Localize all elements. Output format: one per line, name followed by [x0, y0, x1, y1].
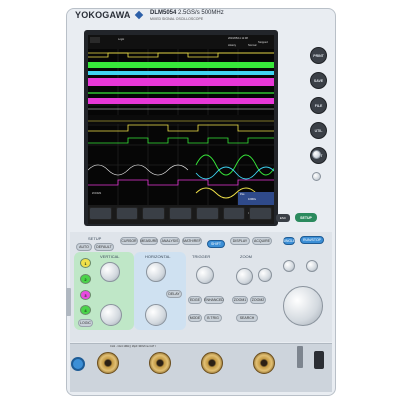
trigger-label: TRIGGER — [192, 254, 211, 259]
auto-setup-button[interactable]: AUTO — [76, 243, 92, 251]
pos-label: Pos — [240, 193, 245, 196]
jog-knob-2[interactable] — [312, 172, 321, 181]
math-ref-button[interactable]: MATH/REF — [182, 237, 202, 245]
default-button[interactable]: DEFAULT — [94, 243, 114, 251]
save-button[interactable]: SAVE — [310, 72, 327, 89]
logic-button[interactable]: LOGIC — [78, 319, 93, 327]
display-button[interactable]: DISPLAY — [230, 237, 250, 245]
search-button[interactable]: SEARCH — [236, 314, 258, 322]
ch1-button[interactable]: 1 — [80, 258, 91, 268]
shift-button[interactable]: SHIFT — [207, 240, 225, 248]
acq-status: Stopped — [258, 41, 268, 44]
mode-button[interactable]: MODE — [188, 314, 202, 322]
datetime-readout: 2016/05/11 11:08 — [228, 37, 248, 40]
main-jog-dial[interactable] — [283, 286, 323, 326]
delay-button[interactable]: DELAY — [166, 290, 182, 298]
setup-label: SETUP — [88, 236, 102, 241]
single-button[interactable]: SINGLE — [283, 237, 295, 245]
ch4-button[interactable]: 4 — [80, 305, 91, 315]
display-screen: 2016/05/11 11:08 Stopped History Normal … — [88, 35, 274, 224]
print-button[interactable]: PRINT — [310, 47, 327, 64]
util-button[interactable]: UTIL — [310, 122, 327, 139]
edge-button[interactable]: EDGE — [188, 296, 202, 304]
ch1-bnc-connector[interactable] — [97, 352, 119, 374]
history-label: History — [228, 44, 237, 47]
ch2-button[interactable]: 2 — [80, 274, 91, 284]
ch2-bnc-connector[interactable] — [149, 352, 171, 374]
softkey-1[interactable] — [89, 207, 112, 220]
file-button[interactable]: FILE — [310, 97, 327, 114]
setup-button[interactable]: SETUP — [295, 213, 317, 222]
analysis-button[interactable]: ANALYSIS — [160, 237, 180, 245]
btrig-button[interactable]: B TRIG — [204, 314, 222, 322]
esc-button[interactable]: ESC — [276, 214, 290, 222]
ch3-bnc-connector[interactable] — [201, 352, 223, 374]
vertical-position-knob[interactable] — [100, 304, 122, 326]
side-handle — [66, 288, 71, 316]
softkey-3[interactable] — [142, 207, 166, 220]
acquire-button[interactable]: ACQUIRE — [252, 237, 272, 245]
pos-value: 100Div — [248, 198, 257, 201]
jog-knob[interactable] — [312, 150, 321, 159]
select-knob[interactable] — [283, 260, 295, 272]
zoom-section-label: ZOOM — [240, 254, 252, 259]
trigger-level-knob[interactable] — [196, 266, 214, 284]
time-div-knob[interactable] — [146, 262, 166, 282]
softkey-6[interactable] — [222, 207, 246, 220]
run-stop-button[interactable]: RUN/STOP — [300, 236, 324, 244]
usb-port[interactable] — [314, 351, 324, 369]
zoom2-button[interactable]: ZOOM2 — [250, 296, 266, 304]
softkey-4[interactable] — [169, 207, 192, 220]
horizontal-position-knob[interactable] — [145, 304, 167, 326]
softkey-2[interactable] — [115, 207, 139, 220]
probe-comp-terminal — [297, 346, 303, 368]
softkey-7[interactable] — [249, 207, 273, 220]
rotary-knob[interactable] — [306, 260, 318, 272]
brand-logo: YOKOGAWA — [75, 10, 131, 20]
enhanced-button[interactable]: ENHANCED — [204, 296, 224, 304]
zoom-magnification-knob[interactable] — [236, 268, 253, 285]
softkey-row — [89, 207, 273, 221]
measure-button[interactable]: MEASURE — [140, 237, 158, 245]
vertical-label: VERTICAL — [100, 254, 120, 259]
power-button[interactable] — [71, 357, 85, 371]
ch3-button[interactable]: 3 — [80, 290, 91, 300]
waveform-display — [88, 35, 274, 224]
horizontal-label: HORIZONTAL — [145, 254, 171, 259]
softkey-5[interactable] — [195, 207, 219, 220]
input-rating-label: CH1 - CH4 1MΩ || 16pF 300Vrms CAT I — [110, 345, 156, 348]
model-name: DLM5054 2.5GS/s 500MHz — [150, 10, 224, 16]
zoom-label: ZOOM1 — [92, 192, 102, 195]
cursor-button[interactable]: CURSOR — [120, 237, 138, 245]
normal-label: Normal — [248, 44, 257, 47]
logic-label: Logic — [118, 38, 125, 41]
zoom-position-knob[interactable] — [258, 268, 272, 282]
zoom1-button[interactable]: ZOOM1 — [232, 296, 248, 304]
ch4-bnc-connector[interactable] — [253, 352, 275, 374]
model-subtitle: MIXED SIGNAL OSCILLOSCOPE — [150, 17, 204, 21]
volts-div-knob[interactable] — [100, 262, 120, 282]
